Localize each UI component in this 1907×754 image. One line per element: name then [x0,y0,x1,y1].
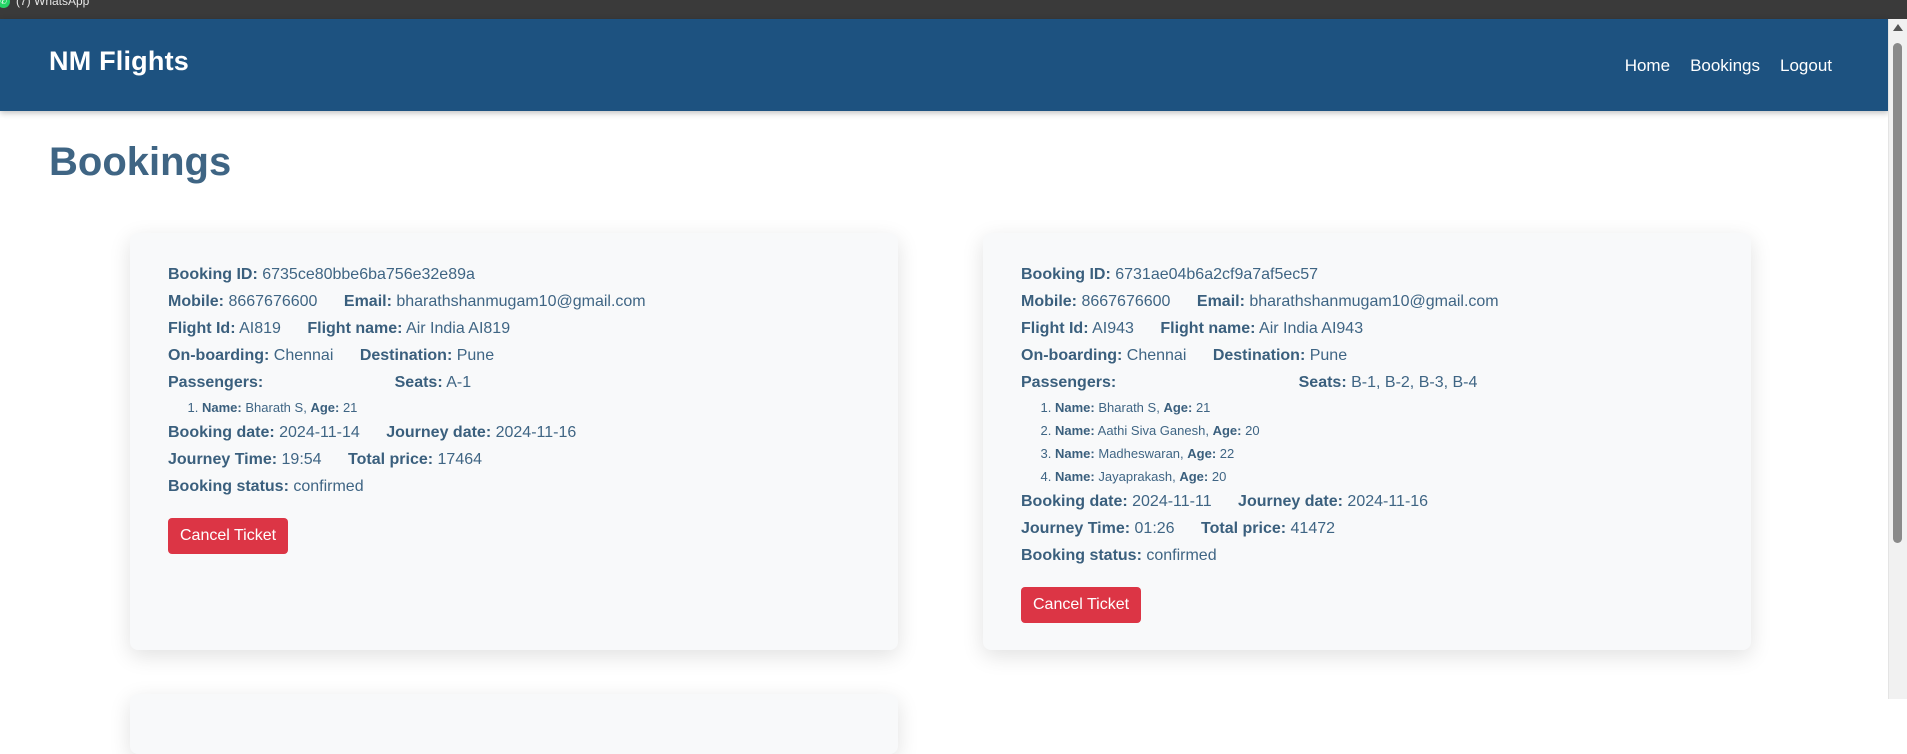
status-value: confirmed [293,478,364,495]
flight-name-value: Air India AI943 [1259,320,1364,337]
nav-link-logout[interactable]: Logout [1780,56,1832,76]
status-row: Booking status: confirmed [1021,547,1217,564]
email-value: bharathshanmugam10@gmail.com [396,293,646,310]
dates-row: Booking date: 2024-11-14 Journey date: 2… [168,424,577,441]
list-item: Name: Madheswaran, Age: 22 [1055,442,1713,465]
journey-time-value: 01:26 [1134,520,1175,537]
seats-value: A-1 [446,374,472,391]
time-price-row: Journey Time: 19:54 Total price: 17464 [168,451,483,468]
total-price-value: 41472 [1290,520,1336,537]
journey-date-value: 2024-11-16 [495,424,577,441]
flight-row: Flight Id: AI819 Flight name: Air India … [168,320,511,337]
booking-card: Booking ID: 6731ae04b6a2cf9a7af5ec57 Mob… [983,233,1751,650]
cancel-ticket-button[interactable]: Cancel Ticket [1021,587,1142,623]
time-price-row: Journey Time: 01:26 Total price: 41472 [1021,520,1336,537]
route-row: On-boarding: Chennai Destination: Pune [168,347,495,364]
total-price-value: 17464 [437,451,483,468]
booking-card: Booking ID: 6735ce80bbe6ba756e32e89a Mob… [130,233,898,650]
whatsapp-icon[interactable]: ✆ [0,0,10,8]
onboarding-value: Chennai [273,347,334,364]
booking-date-value: 2024-11-14 [279,424,360,441]
onboarding-value: Chennai [1126,347,1187,364]
scrollbar-thumb[interactable] [1893,43,1902,543]
flight-id-value: AI943 [1092,320,1134,337]
flight-id-value: AI819 [239,320,281,337]
booking-card-partial [130,694,898,754]
vertical-scrollbar[interactable] [1888,19,1907,699]
navbar: NM Flights Home Bookings Logout [0,19,1889,111]
journey-date-value: 2024-11-16 [1347,493,1429,510]
brand-logo-text[interactable]: NM Flights [49,46,189,77]
mobile-value: 8667676600 [1081,293,1171,310]
booking-id-row: Booking ID: 6731ae04b6a2cf9a7af5ec57 [1021,266,1319,283]
list-item: Name: Bharath S, Age: 21 [202,396,860,419]
passengers-row: Passengers: Seats: B-1, B-2, B-3, B-4 [1021,374,1478,391]
destination-value: Pune [456,347,495,364]
passengers-row: Passengers: Seats: A-1 [168,374,472,391]
booking-id-row: Booking ID: 6735ce80bbe6ba756e32e89a [168,266,475,283]
list-item: Name: Bharath S, Age: 21 [1055,396,1713,419]
contact-row: Mobile: 8667676600 Email: bharathshanmug… [1021,293,1499,310]
status-row: Booking status: confirmed [168,478,364,495]
mobile-value: 8667676600 [228,293,318,310]
nav-links: Home Bookings Logout [1625,56,1832,76]
contact-row: Mobile: 8667676600 Email: bharathshanmug… [168,293,646,310]
dates-row: Booking date: 2024-11-11 Journey date: 2… [1021,493,1429,510]
passenger-list: Name: Bharath S, Age: 21 [168,396,860,419]
passenger-list: Name: Bharath S, Age: 21 Name: Aathi Siv… [1021,396,1713,488]
booking-id-value: 6735ce80bbe6ba756e32e89a [262,266,475,283]
scroll-up-arrow-icon[interactable] [1893,24,1903,31]
list-item: Name: Jayaprakash, Age: 20 [1055,465,1713,488]
cancel-ticket-button[interactable]: Cancel Ticket [168,518,289,554]
whatsapp-tab-label[interactable]: (7) WhatsApp [16,0,89,8]
journey-time-value: 19:54 [281,451,322,468]
os-taskbar-strip: ✆ (7) WhatsApp [0,0,1907,19]
flight-row: Flight Id: AI943 Flight name: Air India … [1021,320,1364,337]
booking-id-value: 6731ae04b6a2cf9a7af5ec57 [1115,266,1319,283]
status-value: confirmed [1146,547,1217,564]
flight-name-value: Air India AI819 [406,320,511,337]
destination-value: Pune [1309,347,1348,364]
email-value: bharathshanmugam10@gmail.com [1249,293,1499,310]
nav-link-bookings[interactable]: Bookings [1690,56,1760,76]
booking-date-value: 2024-11-11 [1132,493,1212,510]
list-item: Name: Aathi Siva Ganesh, Age: 20 [1055,419,1713,442]
route-row: On-boarding: Chennai Destination: Pune [1021,347,1348,364]
seats-value: B-1, B-2, B-3, B-4 [1351,374,1478,391]
nav-link-home[interactable]: Home [1625,56,1670,76]
page-title: Bookings [49,140,232,184]
